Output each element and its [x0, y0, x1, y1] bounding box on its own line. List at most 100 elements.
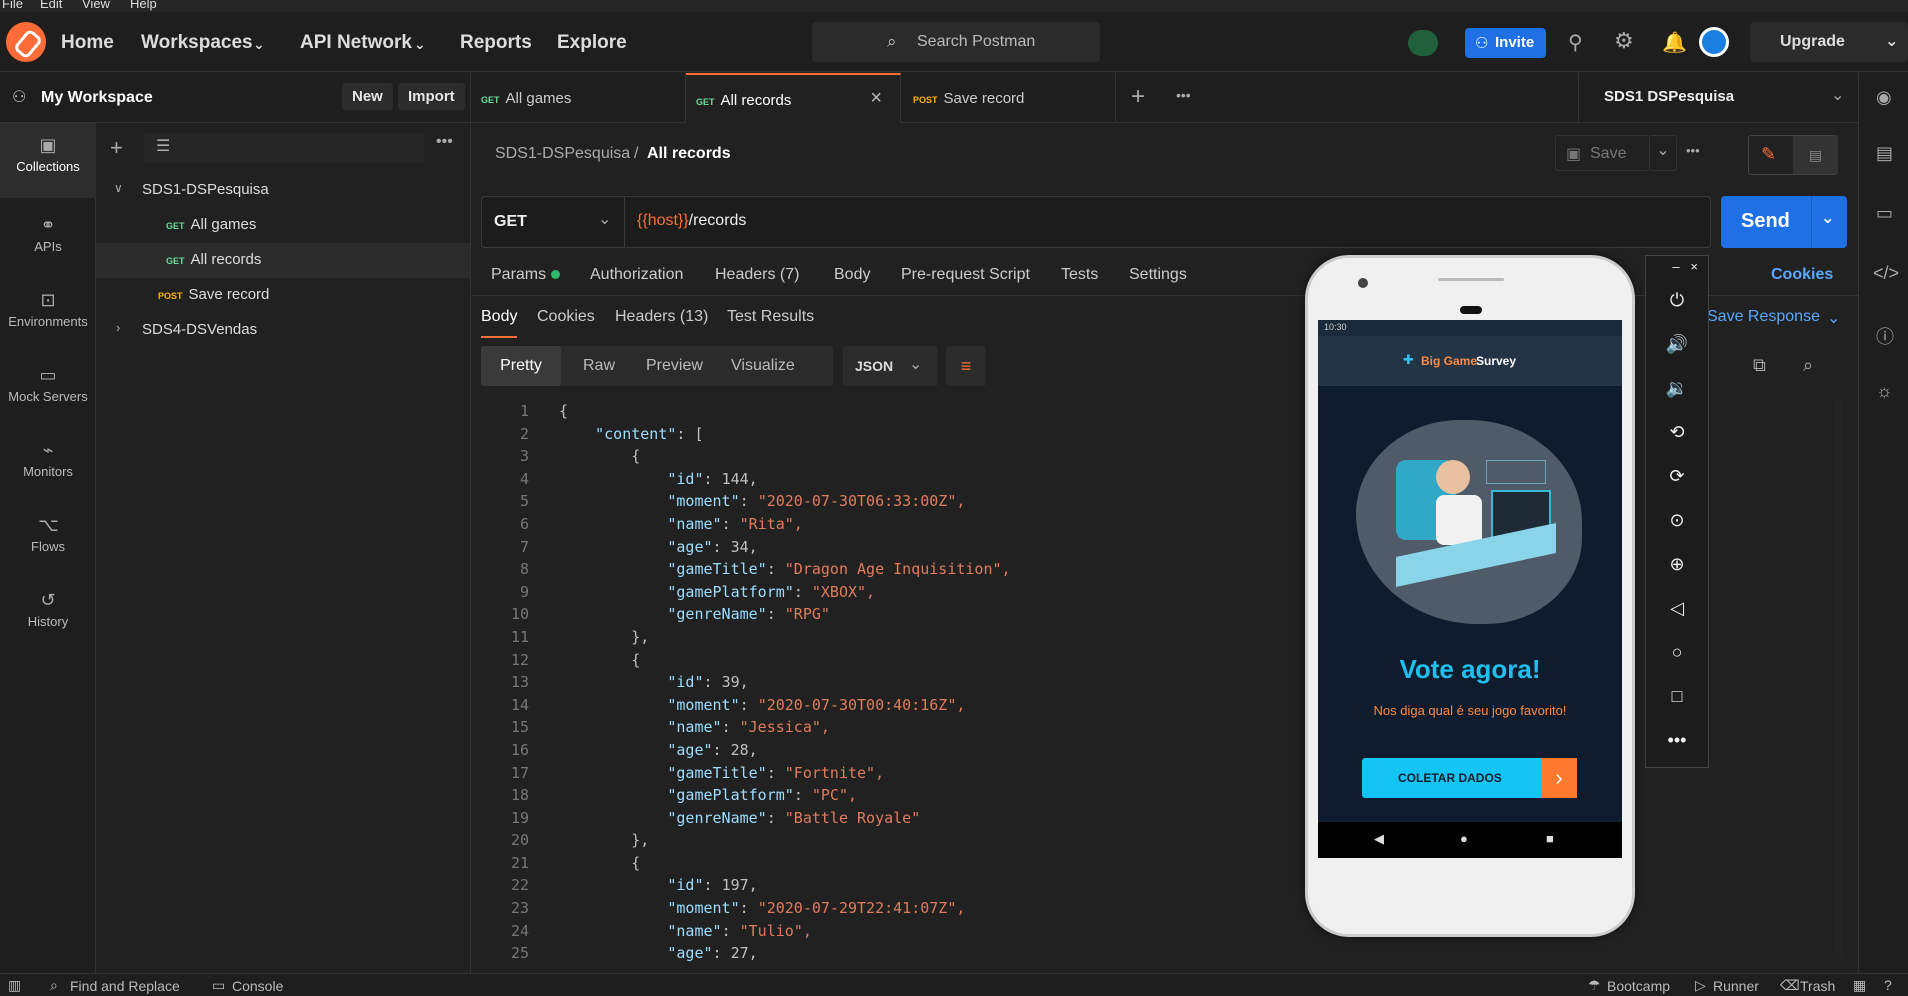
- nav-flows[interactable]: ⌥ Flows: [0, 503, 96, 573]
- save-response-button[interactable]: Save Response: [1707, 308, 1820, 326]
- tab-all-records[interactable]: GET All records ×: [686, 73, 901, 123]
- wrap-lines-icon[interactable]: ≡: [946, 346, 986, 386]
- volume-up-icon[interactable]: 🔊: [1646, 322, 1708, 366]
- chevron-down-icon[interactable]: ⌄: [598, 209, 611, 229]
- comment-icon[interactable]: ▤: [1793, 136, 1838, 174]
- chevron-down-icon[interactable]: ⌄: [1649, 135, 1677, 171]
- add-collection-icon[interactable]: +: [110, 135, 123, 161]
- nav-back-icon[interactable]: ◀: [1374, 831, 1384, 847]
- tab-authorization[interactable]: Authorization: [590, 266, 683, 284]
- chevron-down-icon[interactable]: ⌄: [1821, 208, 1834, 228]
- tab-save-record[interactable]: POST Save record: [901, 73, 1116, 123]
- copy-icon[interactable]: ⧉: [1753, 355, 1766, 376]
- console-button[interactable]: Console: [232, 978, 283, 994]
- avatar[interactable]: [1699, 27, 1729, 57]
- tab-settings[interactable]: Settings: [1129, 266, 1187, 284]
- upgrade-button[interactable]: Upgrade ⌄: [1750, 22, 1908, 62]
- view-raw[interactable]: Raw: [583, 357, 615, 375]
- bell-icon[interactable]: 🔔: [1662, 30, 1687, 55]
- workspace-name[interactable]: My Workspace: [41, 89, 153, 107]
- cookies-link[interactable]: Cookies: [1771, 266, 1833, 284]
- tree-item-all-records[interactable]: GET All records: [166, 251, 261, 268]
- sidebar-toggle-icon[interactable]: ▥: [8, 977, 21, 994]
- chevron-down-icon[interactable]: ∨: [114, 181, 123, 195]
- nav-workspaces[interactable]: Workspaces: [141, 32, 253, 54]
- tree-collection-sds1[interactable]: SDS1-DSPesquisa: [142, 181, 269, 198]
- minimize-icon[interactable]: –: [1672, 259, 1679, 274]
- documentation-icon[interactable]: ▤: [1876, 143, 1893, 164]
- tree-item-all-games[interactable]: GET All games: [166, 216, 256, 233]
- tab-params[interactable]: Params: [491, 266, 560, 284]
- rotate-right-icon[interactable]: ⟳: [1646, 454, 1708, 498]
- tab-all-games[interactable]: GET All games: [471, 73, 686, 123]
- close-icon[interactable]: ×: [870, 87, 882, 110]
- view-visualize[interactable]: Visualize: [731, 357, 795, 375]
- import-button[interactable]: Import: [398, 83, 465, 110]
- environment-selector[interactable]: SDS1 DSPesquisa: [1604, 88, 1734, 105]
- nav-api-network[interactable]: API Network: [300, 32, 412, 54]
- nav-home-icon[interactable]: ●: [1460, 831, 1468, 846]
- tab-body[interactable]: Body: [834, 266, 870, 284]
- tab-tests[interactable]: Tests: [1061, 266, 1098, 284]
- code-icon[interactable]: </>: [1873, 263, 1899, 284]
- response-tab-test-results[interactable]: Test Results: [727, 308, 814, 326]
- info-icon[interactable]: ⓘ: [1876, 323, 1894, 349]
- screenshot-icon[interactable]: ⊙: [1646, 498, 1708, 542]
- volume-down-icon[interactable]: 🔉: [1646, 366, 1708, 410]
- chevron-down-icon[interactable]: ⌄: [1827, 308, 1840, 328]
- url-input[interactable]: {{host}}/records: [637, 212, 746, 230]
- tab-headers[interactable]: Headers (7): [715, 266, 799, 284]
- menu-view[interactable]: View: [82, 0, 110, 11]
- more-tabs-icon[interactable]: •••: [1176, 87, 1191, 103]
- format-select[interactable]: JSON ⌄: [843, 346, 938, 386]
- power-icon[interactable]: ⏻: [1646, 278, 1708, 322]
- close-icon[interactable]: ×: [1690, 259, 1698, 274]
- menu-edit[interactable]: Edit: [40, 0, 62, 11]
- nav-reports[interactable]: Reports: [460, 32, 532, 54]
- nav-recents-icon[interactable]: ■: [1546, 831, 1554, 846]
- comments-icon[interactable]: ▭: [1876, 203, 1893, 224]
- search-icon[interactable]: ⌕: [1803, 355, 1813, 376]
- phone-screen[interactable]: 10:30 ✚ Big Game Survey Vote agora! Nos …: [1318, 320, 1622, 858]
- add-tab-icon[interactable]: +: [1131, 83, 1145, 111]
- menu-help[interactable]: Help: [130, 0, 157, 11]
- tree-item-save-record[interactable]: POST Save record: [158, 286, 269, 303]
- back-icon[interactable]: ◁: [1646, 586, 1708, 630]
- eye-icon[interactable]: ◉: [1876, 87, 1892, 108]
- collect-data-button[interactable]: COLETAR DADOS ›: [1362, 758, 1577, 798]
- response-tab-body[interactable]: Body: [481, 308, 518, 338]
- tab-pre-request-script[interactable]: Pre-request Script: [901, 266, 1030, 284]
- response-code-viewer[interactable]: 1{2 "content": [3 {4 "id": 144, 5 "moment…: [481, 400, 1381, 965]
- view-preview[interactable]: Preview: [646, 357, 703, 375]
- nav-environments[interactable]: ⊡ Environments: [0, 278, 96, 348]
- help-icon[interactable]: ?: [1884, 977, 1892, 993]
- scrollbar[interactable]: [1834, 398, 1842, 958]
- more-icon[interactable]: •••: [1646, 718, 1708, 762]
- satellite-icon[interactable]: ⚲: [1568, 30, 1583, 55]
- bootcamp-button[interactable]: Bootcamp: [1607, 978, 1670, 994]
- nav-history[interactable]: ↺ History: [0, 578, 96, 648]
- chevron-down-icon[interactable]: ⌄: [1831, 85, 1844, 105]
- find-replace-button[interactable]: Find and Replace: [70, 978, 180, 994]
- nav-monitors[interactable]: ⌁ Monitors: [0, 428, 96, 498]
- chevron-right-icon[interactable]: ›: [116, 320, 120, 335]
- save-button[interactable]: ▣ Save: [1555, 135, 1650, 171]
- response-tab-headers[interactable]: Headers (13): [615, 308, 708, 326]
- new-button[interactable]: New: [342, 83, 393, 110]
- nav-home[interactable]: Home: [61, 32, 114, 54]
- overview-icon[interactable]: □: [1646, 674, 1708, 718]
- menu-file[interactable]: File: [2, 0, 23, 11]
- nav-explore[interactable]: Explore: [557, 32, 627, 54]
- zoom-icon[interactable]: ⊕: [1646, 542, 1708, 586]
- rotate-left-icon[interactable]: ⟲: [1646, 410, 1708, 454]
- method-select[interactable]: GET: [494, 213, 527, 231]
- send-button[interactable]: Send ⌄: [1721, 196, 1847, 248]
- home-icon[interactable]: ○: [1646, 630, 1708, 674]
- view-pretty[interactable]: Pretty: [481, 346, 561, 386]
- tree-collection-sds4[interactable]: SDS4-DSVendas: [142, 321, 257, 338]
- filter-input[interactable]: ☰: [144, 133, 424, 163]
- nav-collections[interactable]: ▣ Collections: [0, 123, 96, 198]
- sync-status-icon[interactable]: [1408, 30, 1438, 56]
- search-box[interactable]: ⌕ Search Postman: [812, 22, 1100, 62]
- more-options-icon[interactable]: •••: [1686, 143, 1700, 158]
